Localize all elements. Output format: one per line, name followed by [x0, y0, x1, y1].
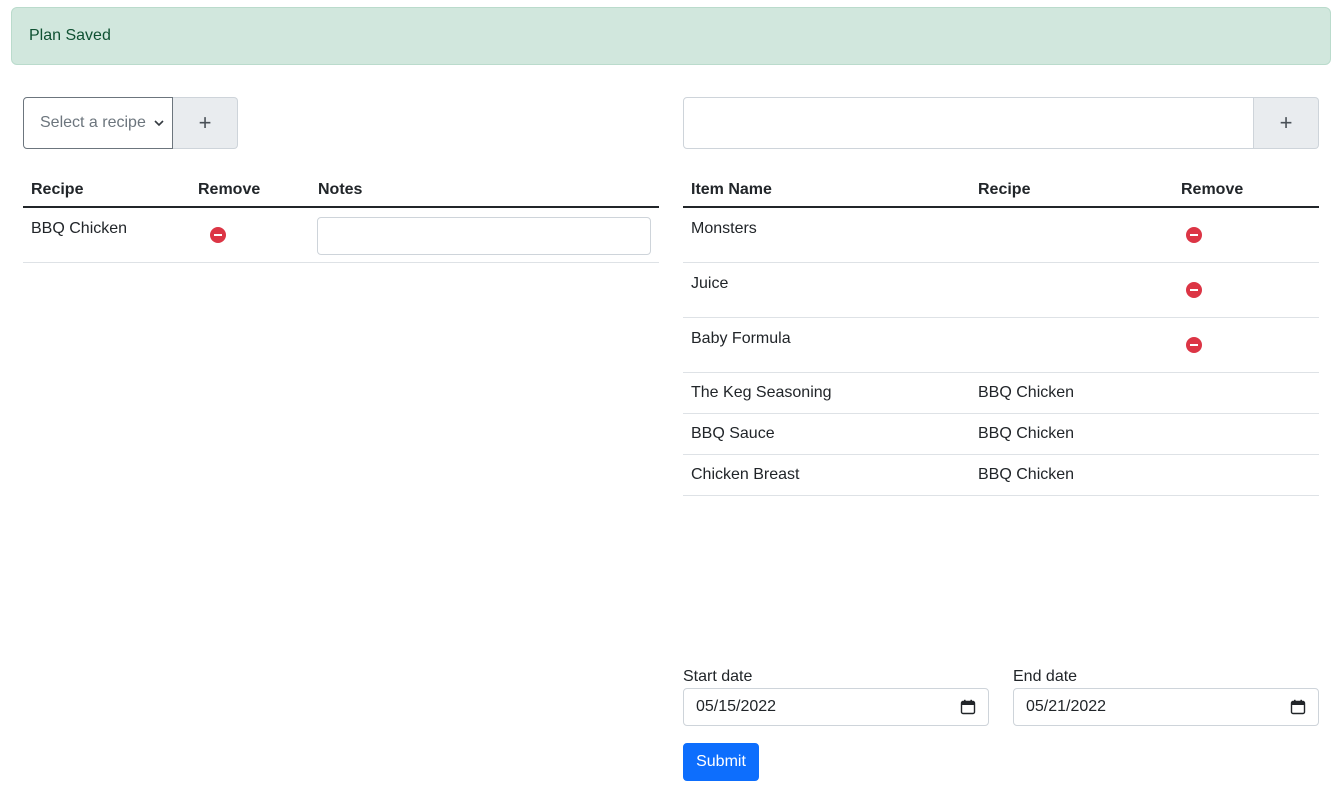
item-name: Chicken Breast — [691, 465, 800, 483]
recipe-select-placeholder: Select a recipe — [40, 114, 146, 131]
item-name: Juice — [691, 274, 729, 292]
remove-column-header: Remove — [1173, 173, 1319, 208]
recipe-column-header: Recipe — [970, 173, 1173, 208]
item-name-column-header: Item Name — [683, 173, 970, 208]
item-recipe — [978, 318, 1165, 330]
alert-text: Plan Saved — [29, 27, 111, 44]
table-row: BBQ Chicken — [23, 207, 659, 263]
chevron-down-icon — [154, 120, 164, 127]
recipe-column-header: Recipe — [23, 173, 190, 208]
submit-button[interactable]: Submit — [683, 743, 759, 781]
calendar-icon[interactable] — [1290, 699, 1306, 715]
start-date-group: Start date 05/15/2022 — [683, 668, 989, 726]
recipe-select-group: Select a recipe + — [23, 97, 659, 149]
recipe-name: BBQ Chicken — [31, 220, 128, 237]
recipes-table: Recipe Remove Notes BBQ Chicken — [23, 173, 659, 263]
end-date-value: 05/21/2022 — [1026, 698, 1107, 715]
item-recipe — [978, 263, 1165, 275]
remove-circle-icon[interactable] — [1186, 336, 1202, 353]
item-recipe: BBQ Chicken — [978, 383, 1075, 401]
item-input-group: + — [683, 97, 1319, 149]
notes-column-header: Notes — [310, 173, 659, 208]
item-name-input[interactable] — [683, 97, 1254, 149]
start-date-input[interactable]: 05/15/2022 — [683, 688, 989, 726]
recipe-select[interactable]: Select a recipe — [23, 97, 173, 149]
end-date-label: End date — [1013, 668, 1078, 685]
items-table: Item Name Recipe Remove Monsters Juice B… — [683, 173, 1319, 496]
remove-column-header: Remove — [190, 173, 310, 208]
item-recipe — [978, 208, 1165, 220]
add-item-button[interactable]: + — [1254, 97, 1319, 149]
calendar-icon[interactable] — [960, 699, 976, 715]
item-recipe: BBQ Chicken — [978, 465, 1075, 483]
item-name: Baby Formula — [691, 329, 791, 347]
remove-circle-icon[interactable] — [1186, 227, 1202, 243]
recipes-panel: Select a recipe + Recipe Remove Notes BB… — [23, 97, 659, 263]
table-row: Chicken Breast BBQ Chicken — [683, 454, 1319, 496]
item-name: The Keg Seasoning — [691, 383, 832, 401]
item-name: BBQ Sauce — [691, 424, 775, 442]
add-recipe-button[interactable]: + — [173, 97, 238, 149]
start-date-label: Start date — [683, 668, 753, 685]
table-row: Juice — [683, 262, 1319, 318]
end-date-group: End date 05/21/2022 — [1013, 668, 1319, 726]
remove-circle-icon[interactable] — [1186, 281, 1202, 298]
table-row: BBQ Sauce BBQ Chicken — [683, 413, 1319, 455]
item-recipe: BBQ Chicken — [978, 424, 1075, 442]
date-range: Start date 05/15/2022 End date 05/21/202… — [683, 668, 1319, 726]
item-name: Monsters — [691, 220, 757, 237]
notes-input[interactable] — [317, 217, 651, 255]
table-row: Baby Formula — [683, 317, 1319, 373]
plan-saved-alert: Plan Saved — [11, 7, 1331, 65]
table-row: Monsters — [683, 207, 1319, 263]
start-date-value: 05/15/2022 — [696, 698, 777, 715]
end-date-input[interactable]: 05/21/2022 — [1013, 688, 1319, 726]
remove-circle-icon[interactable] — [210, 227, 226, 243]
items-panel: + Item Name Recipe Remove Monsters Juice… — [683, 97, 1319, 496]
table-row: The Keg Seasoning BBQ Chicken — [683, 372, 1319, 414]
